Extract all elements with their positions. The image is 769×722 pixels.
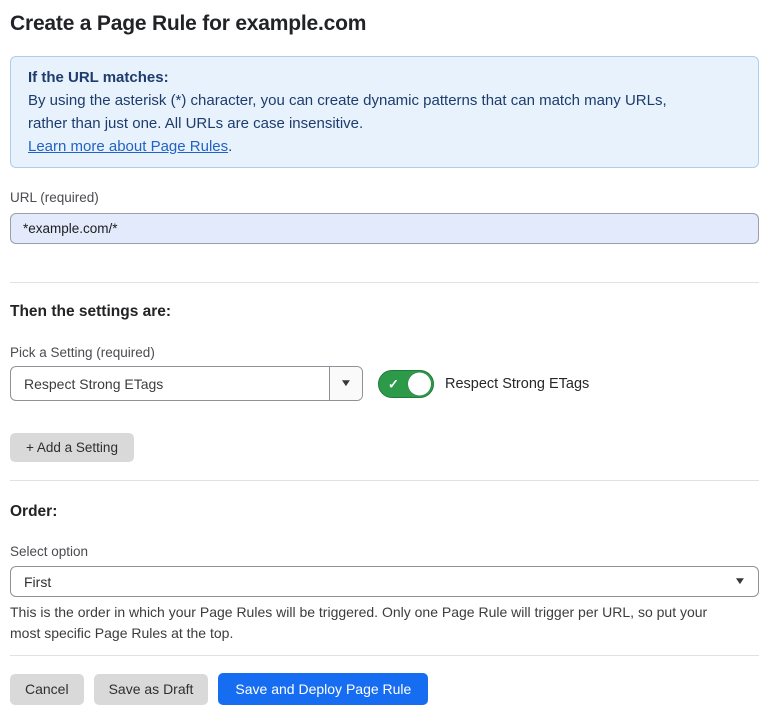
learn-more-link[interactable]: Learn more about Page Rules — [28, 138, 228, 155]
info-box-heading: If the URL matches: — [28, 66, 741, 89]
select-option-label: Select option — [10, 543, 759, 560]
save-draft-button[interactable]: Save as Draft — [94, 674, 209, 705]
section-divider — [10, 655, 759, 656]
info-box-body: By using the asterisk (*) character, you… — [28, 89, 741, 135]
section-divider — [10, 480, 759, 481]
save-deploy-button[interactable]: Save and Deploy Page Rule — [218, 673, 428, 705]
setting-dropdown-value: Respect Strong ETags — [11, 367, 329, 400]
setting-dropdown-arrow-button[interactable]: ▼ — [329, 367, 362, 400]
etag-toggle-label: Respect Strong ETags — [445, 376, 589, 392]
page-title: Create a Page Rule for example.com — [10, 12, 759, 36]
order-help-text: This is the order in which your Page Rul… — [10, 602, 759, 644]
pick-setting-label: Pick a Setting (required) — [10, 344, 759, 361]
url-input[interactable] — [10, 213, 759, 244]
setting-dropdown[interactable]: Respect Strong ETags ▼ — [10, 366, 363, 401]
info-box-link-line: Learn more about Page Rules. — [28, 135, 741, 158]
chevron-down-icon: ▼ — [733, 576, 746, 587]
etag-toggle-group: ✓ Respect Strong ETags — [378, 370, 589, 398]
url-match-info-box: If the URL matches: By using the asteris… — [10, 56, 759, 168]
order-heading: Order: — [10, 502, 759, 521]
add-setting-button[interactable]: + Add a Setting — [10, 433, 134, 462]
link-suffix: . — [228, 138, 232, 155]
settings-heading: Then the settings are: — [10, 302, 759, 321]
etag-toggle[interactable]: ✓ — [378, 370, 434, 398]
action-bar: Cancel Save as Draft Save and Deploy Pag… — [10, 673, 759, 705]
setting-row: Respect Strong ETags ▼ ✓ Respect Strong … — [10, 366, 759, 401]
section-divider — [10, 282, 759, 283]
order-select[interactable]: First ▼ — [10, 566, 759, 597]
check-icon: ✓ — [388, 377, 399, 390]
cancel-button[interactable]: Cancel — [10, 674, 84, 705]
chevron-down-icon: ▼ — [339, 378, 352, 389]
url-label: URL (required) — [10, 189, 759, 206]
create-page-rule-panel: Create a Page Rule for example.com If th… — [0, 0, 769, 722]
toggle-knob — [408, 372, 431, 395]
order-select-value: First — [24, 574, 51, 590]
